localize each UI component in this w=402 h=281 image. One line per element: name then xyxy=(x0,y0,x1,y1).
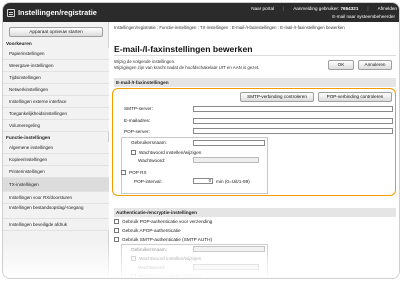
page-title: E-mail-/I-faxinstellingen bewerken xyxy=(114,44,253,54)
pop-interval-unit: min (0=Uit/1-99) xyxy=(216,179,250,184)
user-id: 7654321 xyxy=(340,5,359,11)
portal-link[interactable]: Naar portal xyxy=(251,6,274,11)
smtp-set-password-label-2: Wachtwoord instellen/wijzigen xyxy=(139,274,202,279)
logout-link[interactable]: Afmelden xyxy=(378,6,397,11)
instruction-text: Wijzig de volgende instellingen. xyxy=(114,59,176,64)
section-header-email-ifax: E-mail-/I-faxinstellingen xyxy=(114,78,396,87)
separator: | xyxy=(367,5,369,11)
sidebar-item-copy[interactable]: Kopieerinstellingen xyxy=(3,154,109,166)
smtp-username-input[interactable] xyxy=(193,246,265,252)
sidebar-item-rx-forward[interactable]: Instellingen voor RX/doorsturen xyxy=(3,192,109,204)
sidebar-section-functions: Functie-instellingen xyxy=(6,135,51,140)
settings-menu-icon xyxy=(7,9,15,17)
pop-set-password-label: Wachtwoord instellen/wijzigen xyxy=(139,150,202,155)
pop-password-input[interactable] xyxy=(193,157,259,163)
breadcrumb: Instellingen/registratie : Functie-inste… xyxy=(114,25,345,30)
smtp-username-label: Gebruikersnaam: xyxy=(131,247,167,252)
top-bar: Instellingen/registratie Naar portal | A… xyxy=(3,3,399,22)
sidebar-item-common[interactable]: Algemene instellingen xyxy=(3,142,109,154)
device-web-ui: Instellingen/registratie Naar portal | A… xyxy=(2,2,400,279)
user-label: Aanmelding gebruiker: 7654321 xyxy=(293,6,358,11)
email-address-label: E-mailadres: xyxy=(124,118,151,123)
section-header-auth-encryption: Authenticatie-/encryptie-instellingen xyxy=(114,208,396,217)
cancel-button[interactable]: Annuleren xyxy=(358,60,392,70)
pop-interval-label: POP-interval: xyxy=(134,179,162,184)
smtp-password-label: Wachtwoord: xyxy=(138,265,166,270)
pop-before-send-checkbox[interactable] xyxy=(114,219,119,224)
user-bar: Naar portal | Aanmelding gebruiker: 7654… xyxy=(251,4,397,12)
sidebar-item-accessibility[interactable]: Toegankelijkheidsinstellingen xyxy=(3,108,109,120)
smtp-auth-checkbox[interactable] xyxy=(114,237,119,242)
sidebar-item-tx[interactable]: TX-instellingen xyxy=(3,178,109,192)
pop-rx-checkbox[interactable] xyxy=(121,170,126,175)
pop-set-password-checkbox[interactable] xyxy=(131,150,136,155)
smtp-set-password-label: Wachtwoord instellen/wijzigen xyxy=(139,256,202,261)
main-content: Instellingen/registratie : Functie-inste… xyxy=(111,22,399,279)
sidebar-item-external-interface[interactable]: Instellingen externe interface xyxy=(3,96,109,108)
smtp-set-password-checkbox-2[interactable] xyxy=(131,274,136,278)
ok-button[interactable]: OK xyxy=(328,60,354,70)
pop-interval-input[interactable]: 0 xyxy=(193,178,213,184)
apop-label: Gebruik APOP-authenticatie xyxy=(122,228,181,233)
smtp-server-label: SMTP-server: xyxy=(124,106,153,111)
separator: | xyxy=(283,5,285,11)
smtp-set-password-checkbox[interactable] xyxy=(131,256,136,261)
sidebar-item-printer[interactable]: Printerinstellingen xyxy=(3,166,109,178)
pop-rx-label: POP RX xyxy=(129,170,147,175)
check-pop-button[interactable]: POP-verbinding controleren xyxy=(318,92,392,102)
sidebar-item-paper[interactable]: Papierinstellingen xyxy=(3,48,109,60)
user-label-text: Aanmelding gebruiker: xyxy=(293,5,340,11)
apop-checkbox[interactable] xyxy=(114,228,119,233)
app-title: Instellingen/registratie xyxy=(18,8,97,17)
sidebar-item-network[interactable]: Netwerkinstellingen xyxy=(3,84,109,96)
sidebar-section-preferences: Voorkeuren xyxy=(6,41,32,46)
pop-server-input[interactable] xyxy=(193,128,393,134)
pop-server-label: POP-server: xyxy=(124,129,150,134)
smtp-server-input[interactable] xyxy=(193,106,393,112)
restart-notice-text: Wijzigingen zijn van kracht nadat de hoo… xyxy=(114,65,260,70)
smtp-password-input[interactable] xyxy=(193,264,259,270)
sidebar-item-store-access[interactable]: Instellingen bestandsopslag/-toegang xyxy=(3,204,109,219)
email-admin-link[interactable]: E-mail naar systeembeheerder xyxy=(332,14,395,19)
sidebar-item-volume[interactable]: Volumeregeling xyxy=(3,120,109,132)
pop-username-input[interactable] xyxy=(193,140,265,146)
email-address-input[interactable] xyxy=(193,118,393,124)
restart-device-button[interactable]: Apparaat opnieuw starten xyxy=(9,27,103,37)
pop-password-label: Wachtwoord: xyxy=(138,158,166,163)
sidebar: Apparaat opnieuw starten Voorkeuren Papi… xyxy=(3,22,109,278)
pop-username-label: Gebruikersnaam: xyxy=(131,140,167,145)
sidebar-item-display[interactable]: Weergave-instellingen xyxy=(3,60,109,72)
check-smtp-button[interactable]: SMTP-verbinding controleren xyxy=(240,92,314,102)
pop-before-send-label: Gebruik POP-authenticatie voor verzendin… xyxy=(122,219,213,224)
smtp-auth-label: Gebruik SMTP-authenticatie (SMTP AUTH) xyxy=(122,237,213,242)
sidebar-item-timer[interactable]: Tijdsinstellingen xyxy=(3,72,109,84)
divider xyxy=(114,55,396,56)
sidebar-item-secure-print[interactable]: Instellingen beveiligde afdruk xyxy=(3,219,109,231)
